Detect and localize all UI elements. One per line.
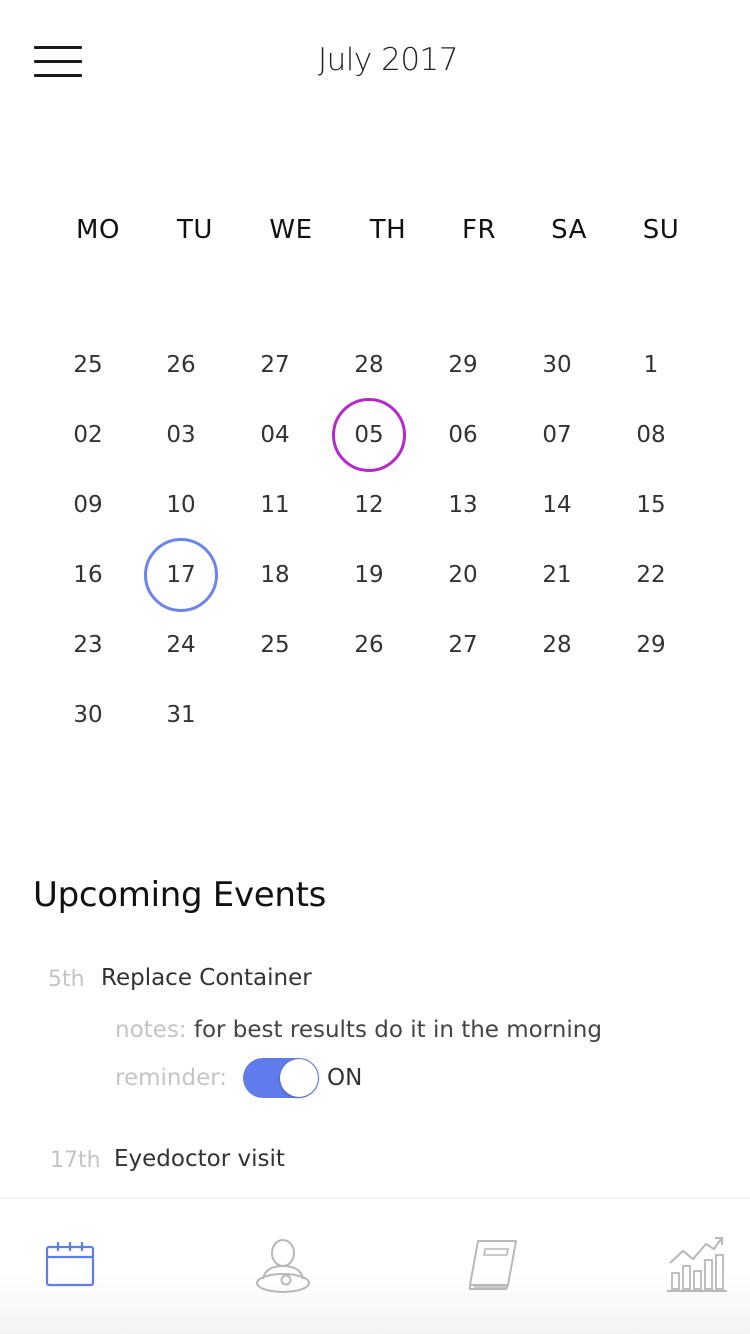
event-notes: notes: for best results do it in the mor… xyxy=(115,1017,602,1043)
toggle-knob xyxy=(280,1059,319,1097)
tab-statistics[interactable] xyxy=(665,1233,729,1297)
calendar-day[interactable]: 22 xyxy=(614,538,688,612)
calendar-day[interactable]: 20 xyxy=(426,538,500,612)
calendar-day[interactable]: 27 xyxy=(426,608,500,682)
tab-profile[interactable] xyxy=(251,1233,315,1297)
calendar-day[interactable]: 21 xyxy=(520,538,594,612)
weekday-label: TH xyxy=(369,215,407,245)
calendar-day[interactable]: 25 xyxy=(51,328,125,402)
calendar-day[interactable]: 30 xyxy=(51,678,125,752)
notes-label: notes: xyxy=(115,1017,187,1043)
calendar-day[interactable]: 14 xyxy=(520,468,594,542)
calendar-day-highlighted[interactable]: 17 xyxy=(144,538,218,612)
calendar-day[interactable]: 26 xyxy=(144,328,218,402)
calendar-day[interactable]: 29 xyxy=(426,328,500,402)
event-date: 5th xyxy=(48,967,85,992)
calendar-day[interactable]: 15 xyxy=(614,468,688,542)
calendar-day[interactable]: 13 xyxy=(426,468,500,542)
weekday-label: WE xyxy=(269,215,313,245)
calendar-day[interactable]: 24 xyxy=(144,608,218,682)
calendar-screen: July 2017 MO TU WE TH FR SA SU 25 26 27 28 29 30 1 02… xyxy=(0,0,750,1334)
calendar-day[interactable]: 26 xyxy=(332,608,406,682)
calendar-day[interactable]: 23 xyxy=(51,608,125,682)
weekday-header: MO TU WE TH FR SA SU xyxy=(0,215,750,255)
event-name[interactable]: Eyedoctor visit xyxy=(114,1146,285,1172)
weekday-label: FR xyxy=(461,215,497,245)
calendar-day[interactable]: 07 xyxy=(520,398,594,472)
weekday-label: MO xyxy=(76,215,120,245)
calendar-day-highlighted[interactable]: 05 xyxy=(332,398,406,472)
event-name[interactable]: Replace Container xyxy=(101,965,312,991)
calendar-day[interactable]: 1 xyxy=(614,328,688,402)
calendar-day[interactable]: 08 xyxy=(614,398,688,472)
calendar-day[interactable]: 31 xyxy=(144,678,218,752)
tab-calendar[interactable] xyxy=(38,1233,102,1297)
calendar-day[interactable]: 09 xyxy=(51,468,125,542)
calendar-day[interactable]: 28 xyxy=(520,608,594,682)
tab-bar xyxy=(0,1198,750,1334)
reminder-state: ON xyxy=(327,1065,363,1091)
calendar-day[interactable]: 27 xyxy=(238,328,312,402)
calendar-day[interactable]: 18 xyxy=(238,538,312,612)
month-title: July 2017 xyxy=(318,42,459,78)
calendar-day[interactable]: 25 xyxy=(238,608,312,682)
calendar-icon xyxy=(45,1242,95,1287)
calendar-day[interactable]: 04 xyxy=(238,398,312,472)
reminder-row: reminder: ON xyxy=(115,1058,362,1098)
weekday-label: SA xyxy=(551,215,587,245)
calendar-day[interactable]: 10 xyxy=(144,468,218,542)
profile-icon xyxy=(256,1239,310,1293)
weekday-label: TU xyxy=(177,215,213,245)
notebook-icon xyxy=(469,1240,517,1290)
tab-notebook[interactable] xyxy=(460,1233,524,1297)
calendar-day[interactable]: 29 xyxy=(614,608,688,682)
calendar-day[interactable]: 03 xyxy=(144,398,218,472)
upcoming-events-title: Upcoming Events xyxy=(33,875,327,915)
calendar-day[interactable]: 16 xyxy=(51,538,125,612)
calendar-day[interactable]: 06 xyxy=(426,398,500,472)
calendar-day[interactable]: 30 xyxy=(520,328,594,402)
calendar-day[interactable]: 02 xyxy=(51,398,125,472)
reminder-toggle[interactable] xyxy=(243,1058,320,1098)
calendar-grid: 25 26 27 28 29 30 1 02 03 04 05 06 07 08 09 10 11 12 13 14 1… xyxy=(0,330,750,750)
notes-text: for best results do it in the morning xyxy=(193,1017,602,1043)
event-date: 17th xyxy=(50,1148,101,1173)
statistics-chart-icon xyxy=(667,1237,727,1292)
calendar-day[interactable]: 11 xyxy=(238,468,312,542)
reminder-label: reminder: xyxy=(115,1065,228,1091)
calendar-day[interactable]: 19 xyxy=(332,538,406,612)
calendar-day[interactable]: 12 xyxy=(332,468,406,542)
weekday-label: SU xyxy=(642,215,680,245)
calendar-day[interactable]: 28 xyxy=(332,328,406,402)
